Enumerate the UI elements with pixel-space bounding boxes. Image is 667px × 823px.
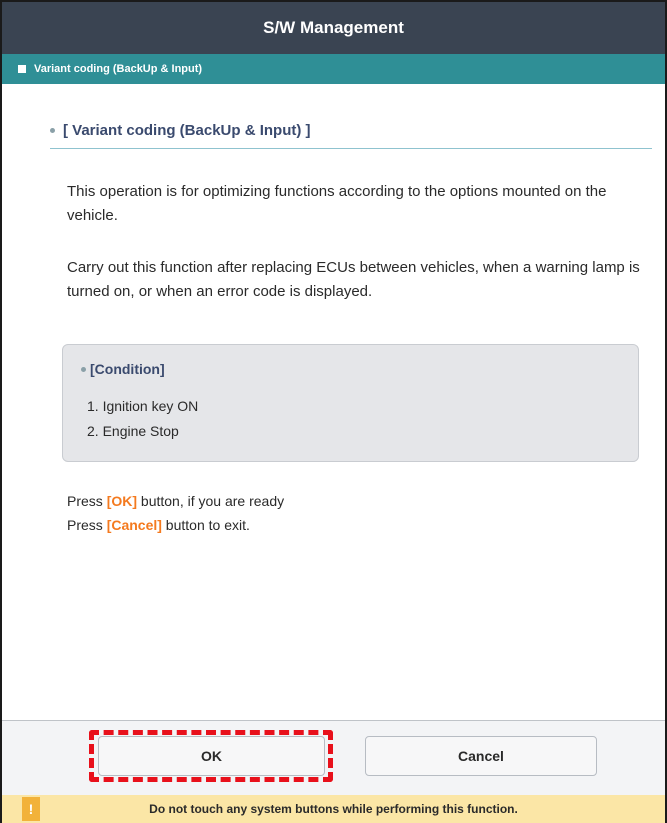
condition-title: [Condition] <box>81 361 165 377</box>
instruction-text: Press <box>67 493 107 509</box>
ok-key-text: [OK] <box>106 493 138 509</box>
condition-item: 1. Ignition key ON <box>87 398 199 414</box>
warning-text: Do not touch any system buttons while pe… <box>149 802 518 816</box>
condition-title-text: [Condition] <box>90 361 165 377</box>
instruction-text: Press <box>67 517 107 533</box>
section-heading: [ Variant coding (BackUp & Input) ] <box>50 122 652 149</box>
bullet-dot-icon <box>81 366 86 372</box>
square-bullet-icon <box>18 65 26 73</box>
section-heading-text: [ Variant coding (BackUp & Input) ] <box>63 122 311 139</box>
description-paragraph-2: Carry out this function after replacing … <box>67 259 640 300</box>
dialog-window: S/W Management Variant coding (BackUp & … <box>0 0 667 823</box>
warning-bar: Do not touch any system buttons while pe… <box>2 795 665 823</box>
function-subheader: Variant coding (BackUp & Input) <box>2 54 665 84</box>
warning-icon: ! <box>22 797 40 821</box>
ok-button[interactable]: OK <box>98 736 325 776</box>
instruction-cancel: Press [Cancel] button to exit. <box>67 517 250 533</box>
instruction-text: button to exit. <box>161 517 250 533</box>
description-paragraph-1: This operation is for optimizing functio… <box>67 183 607 224</box>
cancel-key-text: [Cancel] <box>106 517 162 533</box>
subheader-label: Variant coding (BackUp & Input) <box>34 63 203 75</box>
instruction-text: button, if you are ready <box>137 493 285 509</box>
instruction-ok: Press [OK] button, if you are ready <box>67 493 284 509</box>
window-title: S/W Management <box>2 2 665 54</box>
condition-box: [Condition] 1. Ignition key ON 2. Engine… <box>62 344 639 462</box>
condition-item: 2. Engine Stop <box>87 423 179 439</box>
cancel-button[interactable]: Cancel <box>365 736 597 776</box>
bullet-dot-icon <box>50 128 55 133</box>
